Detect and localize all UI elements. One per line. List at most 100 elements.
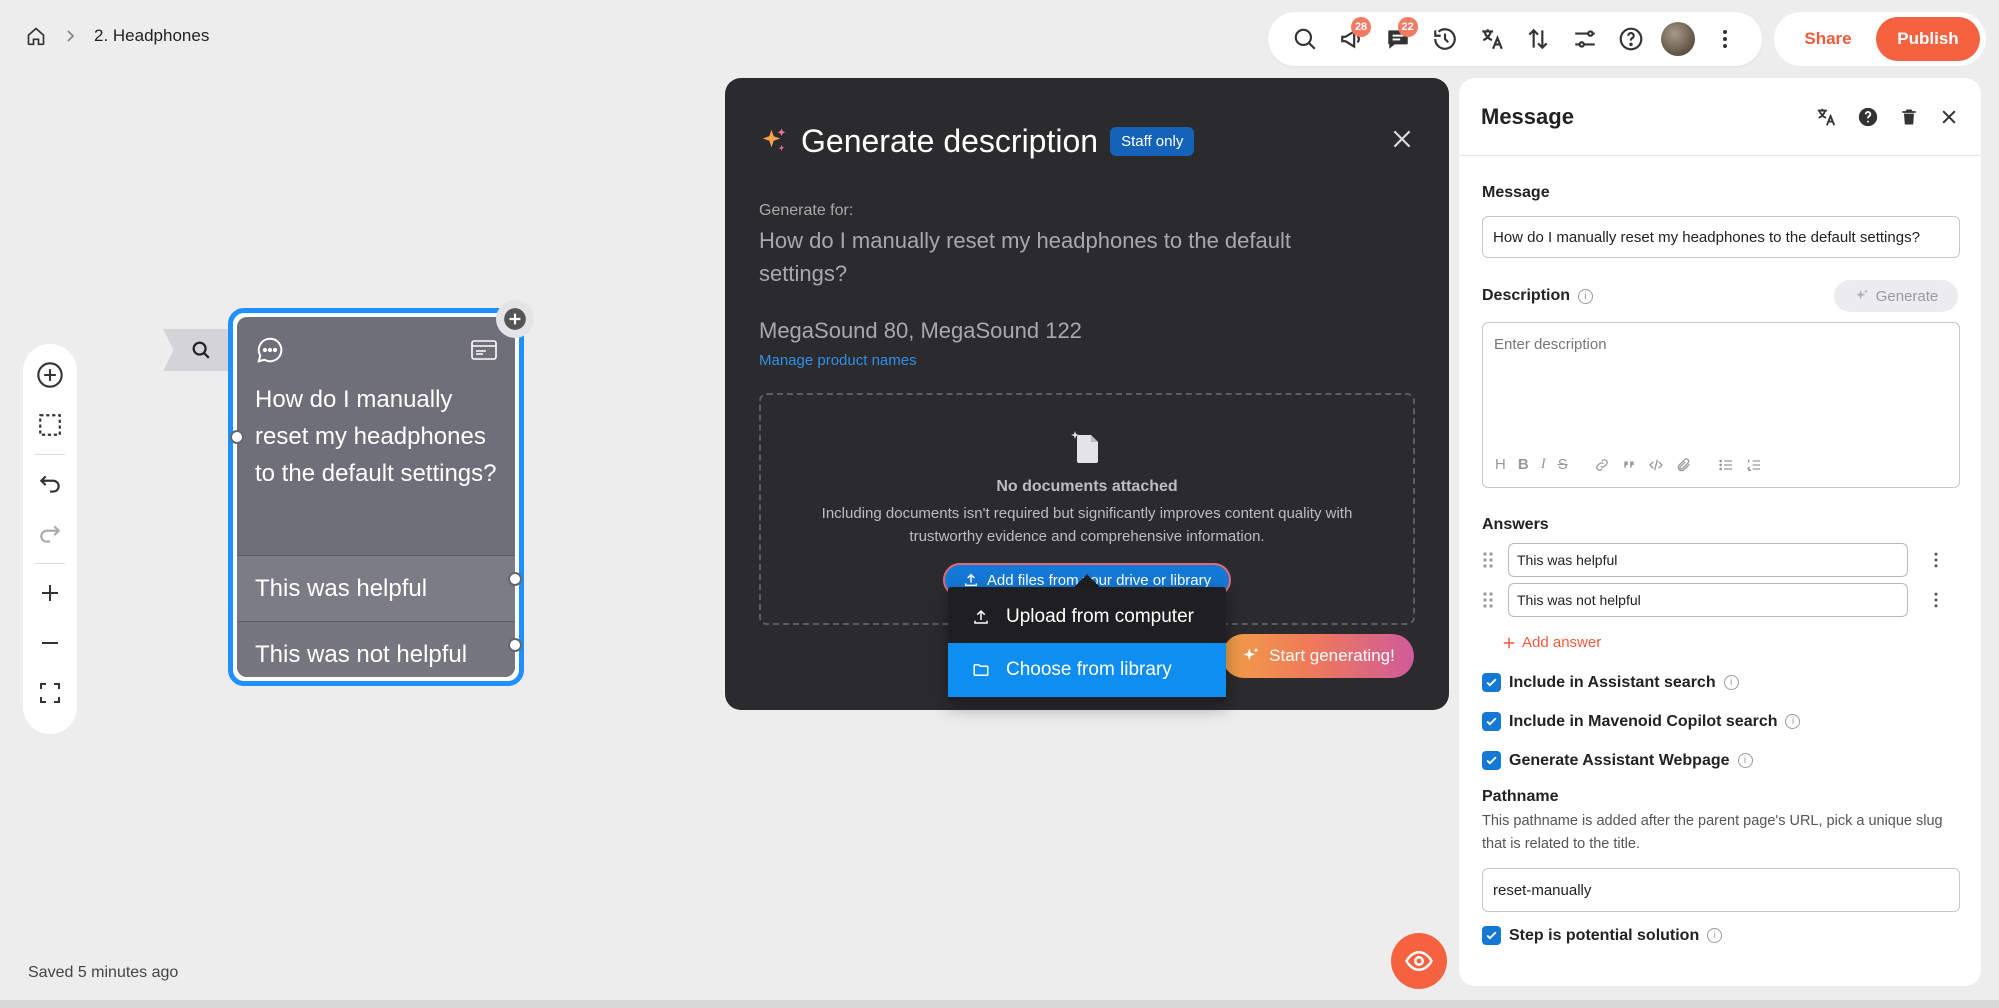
more-vertical-icon[interactable] — [1926, 550, 1946, 570]
checkbox-checked-icon[interactable] — [1482, 926, 1501, 945]
description-placeholder: Enter description — [1494, 336, 1607, 353]
zoom-in-button[interactable] — [23, 568, 77, 618]
translate-icon[interactable] — [1815, 106, 1837, 128]
info-icon[interactable]: i — [1737, 753, 1753, 768]
close-icon[interactable] — [1939, 107, 1959, 127]
checkbox-checked-icon[interactable] — [1482, 673, 1501, 692]
share-button[interactable]: Share — [1780, 29, 1876, 49]
description-editor[interactable]: Enter description H B I S — [1482, 322, 1960, 488]
select-area-button[interactable] — [23, 400, 77, 450]
selection-icon — [39, 414, 61, 436]
generate-for-label: Generate for: — [759, 202, 854, 219]
comments-badge: 22 — [1397, 17, 1418, 37]
settings-button[interactable] — [1562, 14, 1609, 64]
copilot-search-checkbox[interactable]: Include in Mavenoid Copilot search i — [1482, 702, 1958, 741]
info-icon[interactable]: i — [1707, 928, 1723, 943]
comments-button[interactable]: 22 — [1375, 14, 1422, 64]
start-generating-button[interactable]: Start generating! — [1222, 634, 1414, 678]
node-input-handle[interactable] — [230, 430, 244, 444]
link-icon[interactable] — [1594, 457, 1610, 473]
potential-solution-checkbox[interactable]: Step is potential solution i — [1482, 916, 1958, 955]
sort-button[interactable] — [1515, 14, 1562, 64]
answer-input[interactable]: This was not helpful — [1508, 583, 1908, 617]
node-answer[interactable]: This was not helpful — [237, 621, 515, 677]
fullscreen-icon — [40, 683, 60, 703]
history-icon — [1434, 28, 1456, 50]
attachment-icon[interactable] — [1676, 457, 1692, 473]
help-button[interactable] — [1608, 14, 1655, 64]
quote-icon[interactable] — [1622, 458, 1636, 472]
drag-handle-icon[interactable] — [1482, 551, 1494, 569]
add-answer-button[interactable]: Add answer — [1502, 634, 1958, 651]
strikethrough-button[interactable]: S — [1558, 456, 1568, 473]
redo-icon — [40, 525, 61, 543]
breadcrumb-current[interactable]: 2. Headphones — [94, 26, 209, 46]
more-vertical-icon[interactable] — [1926, 590, 1946, 610]
close-dialog-button[interactable] — [1389, 126, 1415, 157]
preview-button[interactable] — [1391, 933, 1447, 989]
checkbox-checked-icon[interactable] — [1482, 712, 1501, 731]
help-circle-icon — [1620, 27, 1643, 51]
zoom-out-button[interactable] — [23, 618, 77, 668]
search-button[interactable] — [1282, 14, 1329, 64]
history-button[interactable] — [1422, 14, 1469, 64]
node-answer[interactable]: This was helpful — [237, 555, 515, 621]
top-toolbar: 28 22 — [1268, 12, 1762, 66]
pathname-input[interactable]: reset-manually — [1482, 868, 1960, 912]
info-icon[interactable]: i — [1785, 714, 1801, 729]
bottom-scrollbar[interactable] — [0, 1000, 1999, 1008]
answer-handle[interactable] — [508, 638, 522, 652]
help-filled-icon[interactable] — [1857, 106, 1879, 128]
translate-button[interactable] — [1468, 14, 1515, 64]
info-icon[interactable]: i — [1578, 288, 1594, 304]
fit-view-button[interactable] — [23, 668, 77, 718]
publish-button[interactable]: Publish — [1876, 17, 1980, 61]
more-options-button[interactable] — [1701, 14, 1748, 64]
folder-icon — [973, 664, 989, 676]
eye-icon — [1405, 950, 1433, 972]
description-label: Description — [1482, 287, 1571, 304]
code-icon[interactable] — [1648, 457, 1664, 473]
translate-icon — [1481, 29, 1503, 50]
checkbox-label: Step is potential solution — [1509, 926, 1700, 944]
dialog-title: Generate description — [801, 122, 1099, 159]
heading-button[interactable]: H — [1495, 456, 1506, 473]
answer-input[interactable]: This was helpful — [1508, 543, 1908, 577]
user-avatar-button[interactable] — [1655, 14, 1702, 64]
upload-icon — [974, 609, 988, 624]
italic-button[interactable]: I — [1541, 456, 1546, 473]
search-entry-flag[interactable] — [163, 329, 229, 371]
answer-handle[interactable] — [508, 572, 522, 586]
pathname-label: Pathname — [1482, 788, 1559, 805]
node-add-button[interactable] — [496, 300, 534, 338]
assistant-search-checkbox[interactable]: Include in Assistant search i — [1482, 663, 1958, 702]
numbered-list-icon[interactable] — [1746, 457, 1762, 473]
pathname-help: This pathname is added after the parent … — [1482, 813, 1943, 852]
publish-actions: Share Publish — [1774, 12, 1986, 66]
manage-products-link[interactable]: Manage product names — [759, 352, 1415, 369]
message-node[interactable]: How do I manually reset my headphones to… — [228, 308, 524, 686]
choose-from-library-item[interactable]: Choose from library — [948, 643, 1226, 697]
info-icon[interactable]: i — [1723, 675, 1739, 690]
generate-button[interactable]: Generate — [1834, 280, 1958, 312]
upload-from-computer-item[interactable]: Upload from computer — [948, 591, 1226, 643]
save-status: Saved 5 minutes ago — [28, 964, 179, 981]
undo-button[interactable] — [23, 459, 77, 509]
message-input[interactable]: How do I manually reset my headphones to… — [1482, 216, 1960, 258]
generate-label: Generate — [1875, 287, 1939, 305]
bullet-list-icon[interactable] — [1718, 457, 1734, 473]
drag-handle-icon[interactable] — [1482, 591, 1494, 609]
add-node-button[interactable] — [23, 350, 77, 400]
home-icon[interactable] — [26, 26, 46, 46]
trash-icon[interactable] — [1899, 106, 1919, 128]
sort-arrows-icon — [1528, 28, 1548, 50]
no-documents-title: No documents attached — [996, 478, 1178, 495]
assistant-webpage-checkbox[interactable]: Generate Assistant Webpage i — [1482, 741, 1958, 780]
redo-button[interactable] — [23, 509, 77, 559]
message-label: Message — [1482, 184, 1550, 201]
announcements-button[interactable]: 28 — [1329, 14, 1376, 64]
avatar — [1661, 22, 1696, 56]
upload-icon — [964, 573, 977, 587]
checkbox-checked-icon[interactable] — [1482, 751, 1501, 770]
bold-button[interactable]: B — [1518, 456, 1529, 473]
